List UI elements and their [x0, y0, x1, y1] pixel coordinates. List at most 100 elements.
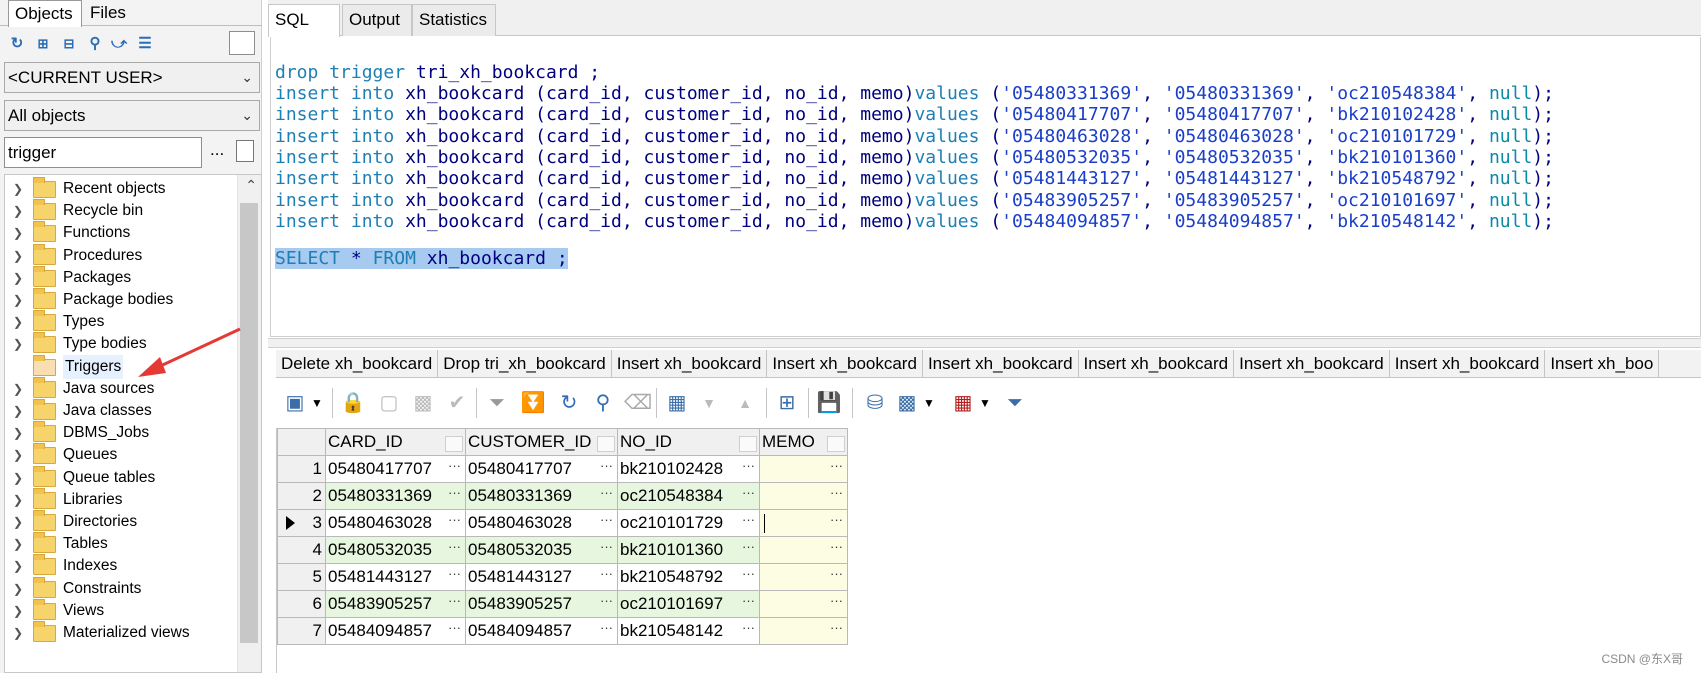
expand-arrow-icon[interactable]: ❯	[13, 599, 23, 623]
cell-customer-id[interactable]: 05480417707 ···	[465, 455, 618, 483]
cell-memo[interactable]: ···	[759, 563, 848, 591]
expand-arrow-icon[interactable]: ❯	[13, 554, 23, 578]
cell-editor-button[interactable]: ···	[830, 512, 843, 527]
tab-statistics[interactable]: Statistics	[412, 4, 496, 36]
tree-item-materialized-views[interactable]: ❯ Materialized views	[5, 621, 237, 645]
tree-item-functions[interactable]: ❯ Functions	[5, 221, 237, 245]
tree-item-triggers[interactable]: Triggers	[5, 354, 237, 379]
cell-card-id[interactable]: 05480532035 ···	[325, 536, 466, 564]
column-header-memo[interactable]: MEMO	[759, 428, 848, 456]
result-tab[interactable]: Insert xh_bookcard	[923, 350, 1079, 377]
expand-arrow-icon[interactable]: ❯	[13, 466, 23, 490]
tab-files[interactable]: Files	[84, 0, 132, 26]
cell-editor-button[interactable]: ···	[742, 566, 755, 581]
cell-card-id[interactable]: 05484094857 ···	[325, 617, 466, 645]
result-tab[interactable]: Insert xh_bookcard	[612, 350, 768, 377]
table-row[interactable]: 7 05484094857 ··· 05484094857 ··· bk210548142…	[277, 617, 848, 645]
object-filter-input[interactable]: trigger	[4, 137, 202, 168]
single-record-view-icon[interactable]: ▦	[664, 390, 690, 416]
pane-splitter[interactable]	[268, 338, 1701, 348]
row-header[interactable]: 1	[277, 455, 326, 483]
cell-editor-button[interactable]: ···	[600, 512, 613, 527]
post-changes-icon[interactable]: ✔	[444, 390, 470, 416]
result-tab[interactable]: Insert xh_boo	[1545, 350, 1660, 377]
expand-arrow-icon[interactable]: ❯	[13, 421, 23, 445]
row-header[interactable]: 4	[277, 536, 326, 564]
cell-memo[interactable]: ···	[759, 509, 848, 537]
cell-no-id[interactable]: bk210548792 ···	[617, 563, 760, 591]
expand-arrow-icon[interactable]: ❯	[13, 177, 23, 201]
tree-item-queues[interactable]: ❯ Queues	[5, 443, 237, 467]
tree-item-indexes[interactable]: ❯ Indexes	[5, 554, 237, 578]
expand-arrow-icon[interactable]: ❯	[13, 621, 23, 645]
table-row[interactable]: 6 05483905257 ··· 05483905257 ··· oc210101697…	[277, 590, 848, 618]
cell-customer-id[interactable]: 05483905257 ···	[465, 590, 618, 618]
cell-editor-button[interactable]: ···	[600, 458, 613, 473]
cell-card-id[interactable]: 05483905257 ···	[325, 590, 466, 618]
tab-output[interactable]: Output	[342, 4, 412, 36]
cell-editor-button[interactable]: ···	[742, 512, 755, 527]
chevron-down-icon[interactable]: ▼	[304, 390, 330, 416]
expand-arrow-icon[interactable]: ❯	[13, 288, 23, 312]
cell-editor-button[interactable]: ···	[448, 620, 461, 635]
cell-editor-button[interactable]: ···	[830, 458, 843, 473]
tree-item-procedures[interactable]: ❯ Procedures	[5, 243, 237, 268]
expand-arrow-icon[interactable]: ❯	[13, 443, 23, 467]
cell-editor-button[interactable]: ···	[600, 566, 613, 581]
cell-card-id[interactable]: 05480417707 ···	[325, 455, 466, 483]
expand-arrow-icon[interactable]: ❯	[13, 510, 23, 534]
cell-memo[interactable]: ···	[759, 617, 848, 645]
tree-item-package-bodies[interactable]: ❯ Package bodies	[5, 288, 237, 312]
table-row[interactable]: 2 05480331369 ··· 05480331369 ··· oc210548384…	[277, 482, 848, 510]
tree-item-queue-tables[interactable]: ❯ Queue tables	[5, 465, 237, 490]
collapse-all-icon[interactable]: ⊟	[58, 33, 80, 55]
tab-sql[interactable]: SQL	[268, 4, 340, 37]
tree-item-java-classes[interactable]: ❯ Java classes	[5, 399, 237, 423]
browser-icon[interactable]: ☰	[134, 33, 156, 55]
last-page-icon[interactable]: ⏬	[520, 390, 546, 416]
scrollbar-thumb[interactable]	[240, 203, 258, 643]
row-header[interactable]: 2	[277, 482, 326, 510]
lock-icon[interactable]: 🔒	[340, 390, 366, 416]
sort-up-icon[interactable]: ▲	[732, 390, 758, 416]
cell-editor-button[interactable]: ···	[448, 485, 461, 500]
column-header-customer-id[interactable]: CUSTOMER_ID	[465, 428, 618, 456]
tree-item-constraints[interactable]: ❯ Constraints	[5, 576, 237, 601]
cell-card-id[interactable]: 05481443127 ···	[325, 563, 466, 591]
cell-editor-button[interactable]: ···	[448, 512, 461, 527]
cell-customer-id[interactable]: 05484094857 ···	[465, 617, 618, 645]
save-icon[interactable]: 💾	[816, 390, 842, 416]
result-tab[interactable]: Insert xh_bookcard	[1234, 350, 1390, 377]
table-row[interactable]: 3 05480463028 ··· 05480463028 ··· oc210101729…	[277, 509, 848, 537]
row-header[interactable]: 6	[277, 590, 326, 618]
cell-customer-id[interactable]: 05480463028 ···	[465, 509, 618, 537]
expand-arrow-icon[interactable]: ❯	[13, 244, 23, 268]
refresh-icon[interactable]: ↻	[556, 390, 582, 416]
cell-customer-id[interactable]: 05480331369 ···	[465, 482, 618, 510]
table-row[interactable]: 4 05480532035 ··· 05480532035 ··· bk210101360…	[277, 536, 848, 564]
find-icon[interactable]: ⚲	[84, 33, 106, 55]
filter-icon[interactable]: ⤻	[108, 33, 130, 55]
row-header[interactable]: 7	[277, 617, 326, 645]
result-tab[interactable]: Drop tri_xh_bookcard	[438, 350, 612, 377]
row-header[interactable]: 3	[277, 509, 326, 537]
tree-item-dbms-jobs[interactable]: ❯ DBMS_Jobs	[5, 421, 237, 445]
cell-editor-button[interactable]: ···	[448, 566, 461, 581]
cell-editor-button[interactable]: ···	[742, 620, 755, 635]
expand-arrow-icon[interactable]: ❯	[13, 310, 23, 334]
cell-editor-button[interactable]: ···	[448, 539, 461, 554]
tab-objects[interactable]: Objects	[8, 0, 82, 27]
cell-card-id[interactable]: 05480331369 ···	[325, 482, 466, 510]
column-header-card-id[interactable]: CARD_ID	[325, 428, 466, 456]
tree-scrollbar[interactable]: ⌃	[237, 175, 261, 672]
expand-arrow-icon[interactable]: ❯	[13, 199, 23, 223]
cell-memo[interactable]: ···	[759, 482, 848, 510]
result-tab[interactable]: Delete xh_bookcard	[276, 350, 439, 377]
cell-editor-button[interactable]: ···	[830, 593, 843, 608]
tree-item-views[interactable]: ❯ Views	[5, 598, 237, 623]
table-row[interactable]: 1 05480417707 ··· 05480417707 ··· bk210102428…	[277, 455, 848, 483]
cell-editor-button[interactable]: ···	[830, 620, 843, 635]
cell-editor-button[interactable]: ···	[830, 566, 843, 581]
cell-editor-button[interactable]: ···	[600, 620, 613, 635]
funnel-icon[interactable]: ⏷	[1002, 390, 1028, 416]
